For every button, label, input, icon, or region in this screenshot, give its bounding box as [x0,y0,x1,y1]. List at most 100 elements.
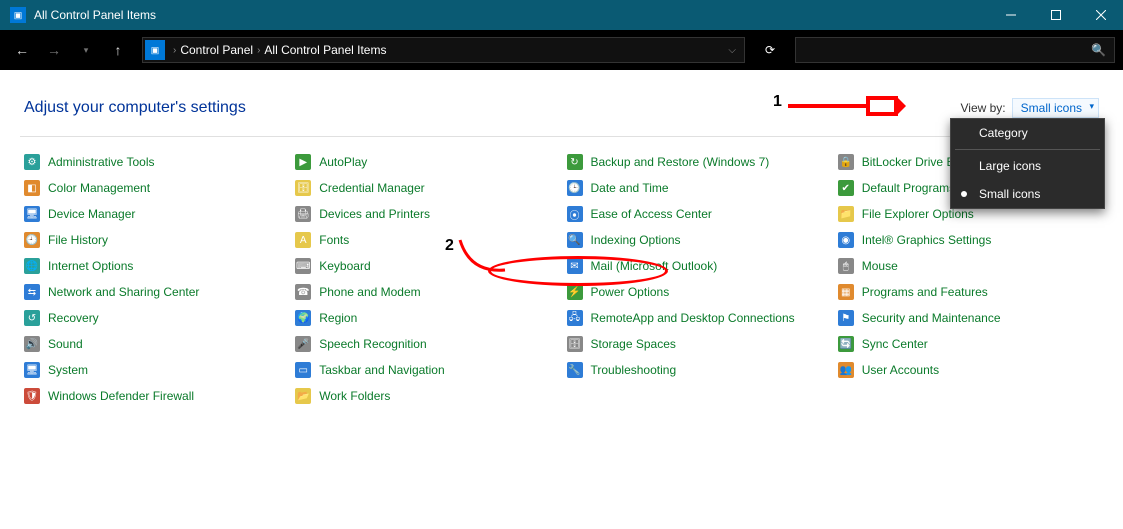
item-label: Windows Defender Firewall [48,389,194,403]
remote-icon: 🖧 [567,310,583,326]
view-by-label: View by: [961,101,1006,115]
item-label: Mouse [862,259,898,273]
item-label: Keyboard [319,259,370,273]
item-speech[interactable]: 🎤 Speech Recognition [295,335,556,353]
breadcrumb-sep-icon: › [257,45,260,56]
close-button[interactable] [1078,0,1123,30]
search-box[interactable]: 🔍 [795,37,1115,63]
item-color-management[interactable]: ◧Color Management [24,179,285,197]
item-label: Indexing Options [591,233,681,247]
item-indexing-options[interactable]: 🔍Indexing Options [567,231,828,249]
item-programs-features[interactable]: ▦Programs and Features [838,283,1099,301]
item-label: Speech Recognition [319,337,426,351]
item-network-sharing[interactable]: ⇆Network and Sharing Center [24,283,285,301]
item-intel-graphics[interactable]: ◉Intel® Graphics Settings [838,231,1099,249]
region-icon: 🌍 [295,310,311,326]
item-phone-modem[interactable]: ☎Phone and Modem [295,283,556,301]
item-internet-options[interactable]: 🌐Internet Options [24,257,285,275]
mouse-icon: 🖱 [838,258,854,274]
dropdown-item-small[interactable]: Small icons [951,180,1104,208]
window-title: All Control Panel Items [34,8,988,22]
item-label: System [48,363,88,377]
item-label: Network and Sharing Center [48,285,199,299]
credential-icon: 🗄 [295,180,311,196]
item-label: Device Manager [48,207,135,221]
item-backup-restore[interactable]: ↻Backup and Restore (Windows 7) [567,153,828,171]
item-user-accounts[interactable]: 👥User Accounts [838,361,1099,379]
taskbar-icon: ▭ [295,362,311,378]
item-keyboard[interactable]: ⌨Keyboard [295,257,556,275]
item-region[interactable]: 🌍 Region [295,309,556,327]
item-device-manager[interactable]: 🖥 Device Manager [24,205,285,223]
item-label: Fonts [319,233,349,247]
item-administrative-tools[interactable]: ⚙Administrative Tools [24,153,285,171]
item-label: Credential Manager [319,181,424,195]
breadcrumb-root[interactable]: Control Panel [180,43,253,57]
item-troubleshooting[interactable]: 🔧Troubleshooting [567,361,828,379]
fonts-icon: A [295,232,311,248]
item-power-options[interactable]: ⚡Power Options [567,283,828,301]
history-icon: 🕘 [24,232,40,248]
flag-icon: ⚑ [838,310,854,326]
user-icon: 👥 [838,362,854,378]
item-label: Storage Spaces [591,337,676,351]
item-credential-manager[interactable]: 🗄 Credential Manager [295,179,556,197]
item-storage-spaces[interactable]: 🗄Storage Spaces [567,335,828,353]
tools-icon: ⚙ [24,154,40,170]
item-security-maintenance[interactable]: ⚑Security and Maintenance [838,309,1099,327]
item-work-folders[interactable]: 📂Work Folders [295,387,556,405]
item-label: Mail (Microsoft Outlook) [591,259,718,273]
lock-icon: 🔒 [838,154,854,170]
item-label: Intel® Graphics Settings [862,233,992,247]
mail-icon: ✉ [567,258,583,274]
default-icon: ✔ [838,180,854,196]
toolbar: ← → ▾ ↑ ▣ › Control Panel › All Control … [0,30,1123,70]
item-ease-of-access[interactable]: ⦿Ease of Access Center [567,205,828,223]
sound-icon: 🔊 [24,336,40,352]
recovery-icon: ↺ [24,310,40,326]
view-by-select[interactable]: Small icons [1012,98,1099,118]
address-bar[interactable]: ▣ › Control Panel › All Control Panel It… [142,37,745,63]
item-label: Work Folders [319,389,390,403]
globe-icon: 🌐 [24,258,40,274]
breadcrumb-current[interactable]: All Control Panel Items [264,43,386,57]
view-by-dropdown[interactable]: Category Large icons Small icons [950,118,1105,209]
item-label: Default Programs [862,181,955,195]
forward-button[interactable]: → [40,36,68,64]
item-label: Sound [48,337,83,351]
item-autoplay[interactable]: ▶ AutoPlay [295,153,556,171]
dropdown-item-category[interactable]: Category [951,119,1104,147]
address-dropdown-icon[interactable]: ⌵ [722,45,742,56]
item-mail[interactable]: ✉ Mail (Microsoft Outlook) [567,257,828,275]
item-label: AutoPlay [319,155,367,169]
item-mouse[interactable]: 🖱 Mouse [838,257,1099,275]
up-button[interactable]: ↑ [104,36,132,64]
item-defender-firewall[interactable]: 🛡Windows Defender Firewall [24,387,285,405]
item-date-time[interactable]: 🕒Date and Time [567,179,828,197]
item-sync-center[interactable]: 🔄Sync Center [838,335,1099,353]
item-label: Ease of Access Center [591,207,712,221]
item-sound[interactable]: 🔊 Sound [24,335,285,353]
autoplay-icon: ▶ [295,154,311,170]
programs-icon: ▦ [838,284,854,300]
mic-icon: 🎤 [295,336,311,352]
back-button[interactable]: ← [8,36,36,64]
item-fonts[interactable]: A Fonts [295,231,556,249]
refresh-button[interactable]: ⟳ [757,37,783,63]
item-label: Phone and Modem [319,285,420,299]
item-system[interactable]: 🖥System [24,361,285,379]
item-recovery[interactable]: ↺Recovery [24,309,285,327]
item-taskbar[interactable]: ▭Taskbar and Navigation [295,361,556,379]
item-label: Date and Time [591,181,669,195]
dropdown-item-large[interactable]: Large icons [951,152,1104,180]
recent-dropdown[interactable]: ▾ [72,36,100,64]
maximize-button[interactable] [1033,0,1078,30]
app-icon: ▣ [10,7,26,23]
device-icon: 🖥 [24,206,40,222]
item-file-history[interactable]: 🕘File History [24,231,285,249]
item-label: Region [319,311,357,325]
item-remoteapp[interactable]: 🖧RemoteApp and Desktop Connections [567,309,828,327]
color-icon: ◧ [24,180,40,196]
minimize-button[interactable] [988,0,1033,30]
item-devices-printers[interactable]: 🖨Devices and Printers [295,205,556,223]
